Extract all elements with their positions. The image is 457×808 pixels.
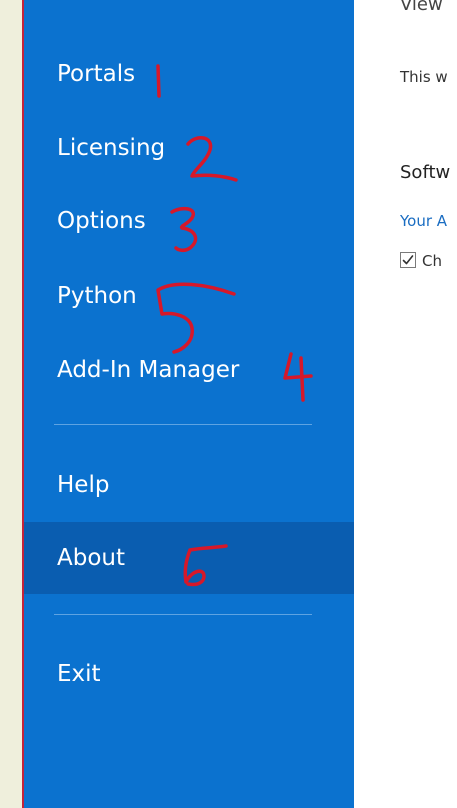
annotation-number-6	[183, 544, 228, 587]
annotation-number-4	[283, 352, 313, 402]
sidebar-divider	[54, 614, 312, 615]
app-window: Portals Licensing Options Python Add-In …	[22, 0, 457, 808]
sidebar-item-label: Python	[57, 283, 137, 309]
backstage-sidebar: Portals Licensing Options Python Add-In …	[24, 0, 354, 808]
account-link[interactable]: Your A	[400, 212, 447, 230]
sidebar-item-label: About	[57, 545, 126, 571]
annotation-number-3	[170, 206, 198, 253]
sidebar-item-help[interactable]: Help	[24, 455, 354, 515]
checkbox-label: Ch	[422, 252, 442, 270]
annotation-number-1	[156, 64, 161, 98]
sidebar-item-label: Help	[57, 472, 110, 498]
sidebar-item-label: Options	[57, 208, 146, 234]
update-checkbox[interactable]	[400, 252, 416, 268]
annotation-number-2	[186, 136, 238, 182]
sidebar-item-exit[interactable]: Exit	[24, 644, 354, 704]
content-panel: View This w Softw Your A Ch	[354, 0, 457, 808]
sidebar-divider	[54, 424, 312, 425]
sidebar-item-label: Exit	[57, 661, 101, 687]
sidebar-item-portals[interactable]: Portals	[24, 44, 354, 104]
sidebar-item-label: Add-In Manager	[57, 357, 240, 383]
annotation-number-5	[156, 282, 236, 354]
section-title: Softw	[400, 162, 451, 183]
sidebar-item-label: Portals	[57, 61, 136, 87]
intro-text: This w	[400, 68, 448, 86]
sidebar-item-label: Licensing	[57, 135, 166, 161]
content-heading: View	[400, 0, 443, 15]
checkmark-icon	[402, 255, 414, 265]
